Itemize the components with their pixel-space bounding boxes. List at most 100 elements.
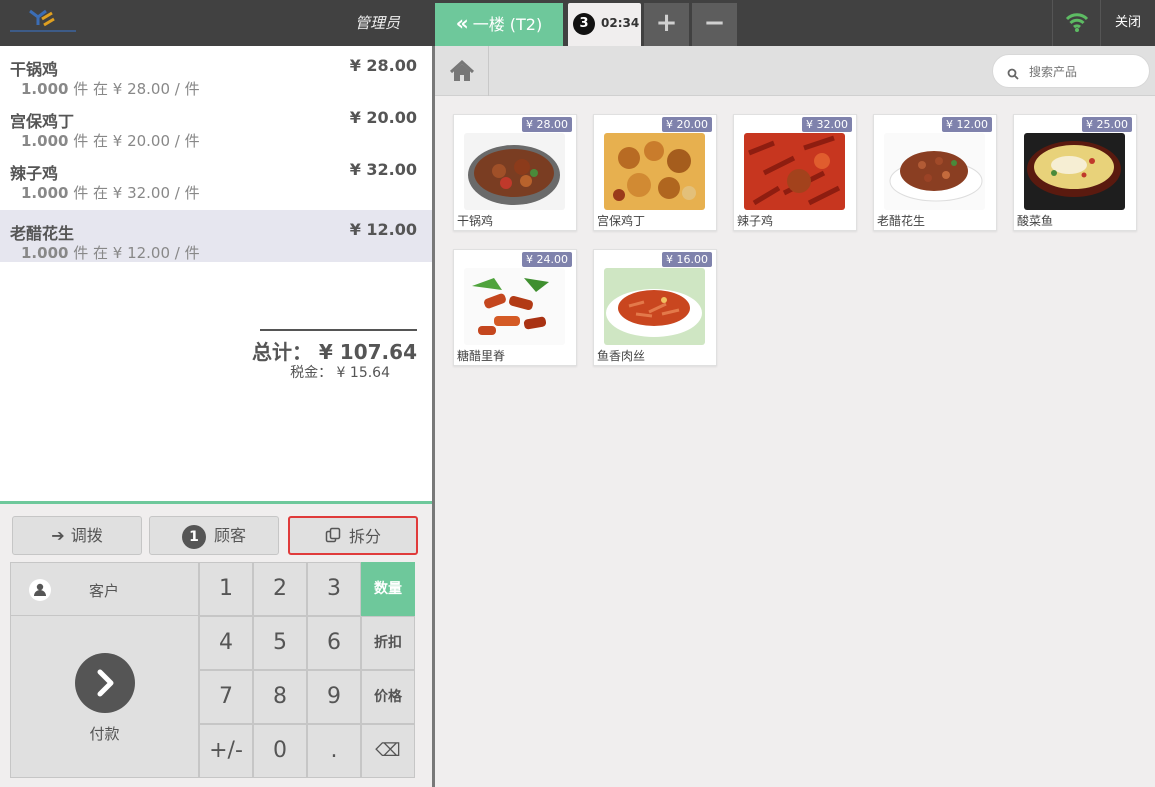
guests-count: 1 — [181, 524, 206, 549]
add-order-button[interactable]: + — [644, 3, 689, 46]
product-name: 辣子鸡 — [737, 214, 774, 228]
order-line-info: 1.000 件 在 ¥ 20.00 / 件 — [21, 130, 200, 151]
product-image — [604, 133, 705, 210]
order-line-info: 1.000 件 在 ¥ 12.00 / 件 — [21, 242, 200, 263]
split-label: 拆分 — [348, 527, 381, 546]
customer-button[interactable]: 客户 — [10, 562, 199, 616]
order-line-name: 干锅鸡 — [10, 60, 59, 79]
order-line-info: 1.000 件 在 ¥ 32.00 / 件 — [21, 182, 200, 203]
product-card[interactable]: ¥ 25.00 酸菜鱼 — [1013, 114, 1137, 231]
payment-label: 付款 — [89, 725, 120, 743]
product-card[interactable]: ¥ 28.00 干锅鸡 — [453, 114, 577, 231]
numpad-key-8[interactable]: 8 — [253, 670, 307, 724]
numpad-key-1[interactable]: 1 — [199, 562, 253, 616]
guests-label: 顾客 — [213, 526, 246, 545]
cashier-name[interactable]: 管理员 — [355, 0, 400, 46]
numpad-key-4[interactable]: 4 — [199, 616, 253, 670]
product-name: 干锅鸡 — [457, 214, 494, 228]
order-line-qty: 1.000 — [21, 132, 69, 150]
discount-mode-button[interactable]: 折扣 — [361, 616, 415, 670]
order-number-badge: 3 — [573, 13, 595, 35]
numpad: 客户 付款 1 2 3 数量 4 5 6 折扣 7 8 9 价格 +/- 0 .… — [10, 562, 416, 778]
product-price-tag: ¥ 28.00 — [522, 117, 572, 132]
order-line-price: ¥ 28.00 — [349, 56, 417, 75]
order-tab-selected[interactable]: 3 02:34 — [568, 3, 641, 46]
product-name: 鱼香肉丝 — [597, 349, 646, 363]
product-name: 酸菜鱼 — [1017, 214, 1054, 228]
control-panel: ➔ 调拨 1 顾客 拆分 客户 付款 1 2 3 数量 4 5 6 折扣 7 8 — [0, 501, 432, 787]
wifi-status[interactable] — [1052, 0, 1100, 46]
order-line[interactable]: 干锅鸡 ¥ 28.00 1.000 件 在 ¥ 28.00 / 件 — [0, 46, 432, 98]
product-card[interactable]: ¥ 24.00 糖醋里脊 — [453, 249, 577, 366]
product-panel: ¥ 28.00 干锅鸡 ¥ 20.00 宫保鸡丁 ¥ 32.00 辣子鸡 ¥ 1… — [435, 46, 1155, 787]
numpad-key-sign[interactable]: +/- — [199, 724, 253, 778]
numpad-key-9[interactable]: 9 — [307, 670, 361, 724]
backspace-icon[interactable]: ⌫ — [361, 724, 415, 778]
product-price-tag: ¥ 12.00 — [942, 117, 992, 132]
product-card[interactable]: ¥ 20.00 宫保鸡丁 — [593, 114, 717, 231]
order-line-info: 1.000 件 在 ¥ 28.00 / 件 — [21, 78, 200, 99]
product-image — [604, 268, 705, 345]
search-input[interactable] — [1029, 62, 1139, 82]
order-time: 02:34 — [601, 16, 640, 30]
product-image — [464, 268, 565, 345]
order-line-qty: 1.000 — [21, 80, 69, 98]
price-mode-button[interactable]: 价格 — [361, 670, 415, 724]
payment-button[interactable]: 付款 — [10, 616, 199, 778]
numpad-key-6[interactable]: 6 — [307, 616, 361, 670]
product-name: 老醋花生 — [877, 214, 926, 228]
arrow-right-icon: ➔ — [51, 526, 65, 545]
product-card[interactable]: ¥ 12.00 老醋花生 — [873, 114, 997, 231]
order-line-unit: 件 在 ¥ 32.00 / 件 — [73, 184, 200, 202]
search-box[interactable] — [992, 54, 1150, 88]
product-price-tag: ¥ 20.00 — [662, 117, 712, 132]
order-line-price: ¥ 20.00 — [349, 108, 417, 127]
order-line-selected[interactable]: 老醋花生 ¥ 12.00 1.000 件 在 ¥ 12.00 / 件 — [0, 210, 432, 262]
order-line[interactable]: 辣子鸡 ¥ 32.00 1.000 件 在 ¥ 32.00 / 件 — [0, 150, 432, 202]
copy-icon — [325, 519, 341, 556]
order-line[interactable]: 宫保鸡丁 ¥ 20.00 1.000 件 在 ¥ 20.00 / 件 — [0, 98, 432, 150]
user-icon — [29, 579, 51, 601]
product-image — [1024, 133, 1125, 210]
transfer-label: 调拨 — [70, 526, 103, 545]
order-line-price: ¥ 32.00 — [349, 160, 417, 179]
product-price-tag: ¥ 24.00 — [522, 252, 572, 267]
category-bar — [435, 46, 1155, 96]
order-line-name: 辣子鸡 — [10, 164, 59, 183]
order-line-unit: 件 在 ¥ 28.00 / 件 — [73, 80, 200, 98]
numpad-key-5[interactable]: 5 — [253, 616, 307, 670]
product-price-tag: ¥ 16.00 — [662, 252, 712, 267]
order-line-qty: 1.000 — [21, 244, 69, 262]
order-line-unit: 件 在 ¥ 12.00 / 件 — [73, 244, 200, 262]
product-name: 宫保鸡丁 — [597, 214, 646, 228]
product-image — [464, 133, 565, 210]
floor-table-button[interactable]: «一楼 (T2) — [435, 3, 563, 46]
product-card[interactable]: ¥ 32.00 辣子鸡 — [733, 114, 857, 231]
numpad-key-dot[interactable]: . — [307, 724, 361, 778]
product-image — [884, 133, 985, 210]
quantity-mode-button[interactable]: 数量 — [361, 562, 415, 616]
numpad-key-7[interactable]: 7 — [199, 670, 253, 724]
product-name: 糖醋里脊 — [457, 349, 506, 363]
guests-button[interactable]: 1 顾客 — [149, 516, 279, 555]
product-price-tag: ¥ 32.00 — [802, 117, 852, 132]
order-line-qty: 1.000 — [21, 184, 69, 202]
split-button[interactable]: 拆分 — [288, 516, 418, 555]
double-chevron-left-icon: « — [455, 11, 469, 35]
chevron-right-icon — [75, 653, 135, 713]
company-logo — [8, 3, 86, 43]
product-price-tag: ¥ 25.00 — [1082, 117, 1132, 132]
delete-order-button[interactable]: − — [692, 3, 737, 46]
order-line-name: 老醋花生 — [10, 224, 75, 243]
transfer-button[interactable]: ➔ 调拨 — [12, 516, 142, 555]
numpad-key-0[interactable]: 0 — [253, 724, 307, 778]
home-category-button[interactable] — [435, 46, 489, 96]
order-total: 总计： ¥ 107.64 — [251, 340, 417, 364]
numpad-key-2[interactable]: 2 — [253, 562, 307, 616]
close-button[interactable]: 关闭 — [1100, 0, 1155, 46]
floor-table-label: 一楼 (T2) — [472, 15, 543, 34]
product-card[interactable]: ¥ 16.00 鱼香肉丝 — [593, 249, 717, 366]
top-header: 管理员 «一楼 (T2) 3 02:34 + − 关闭 — [0, 0, 1155, 46]
numpad-key-3[interactable]: 3 — [307, 562, 361, 616]
order-tax: 税金： ¥ 15.64 — [290, 365, 390, 381]
